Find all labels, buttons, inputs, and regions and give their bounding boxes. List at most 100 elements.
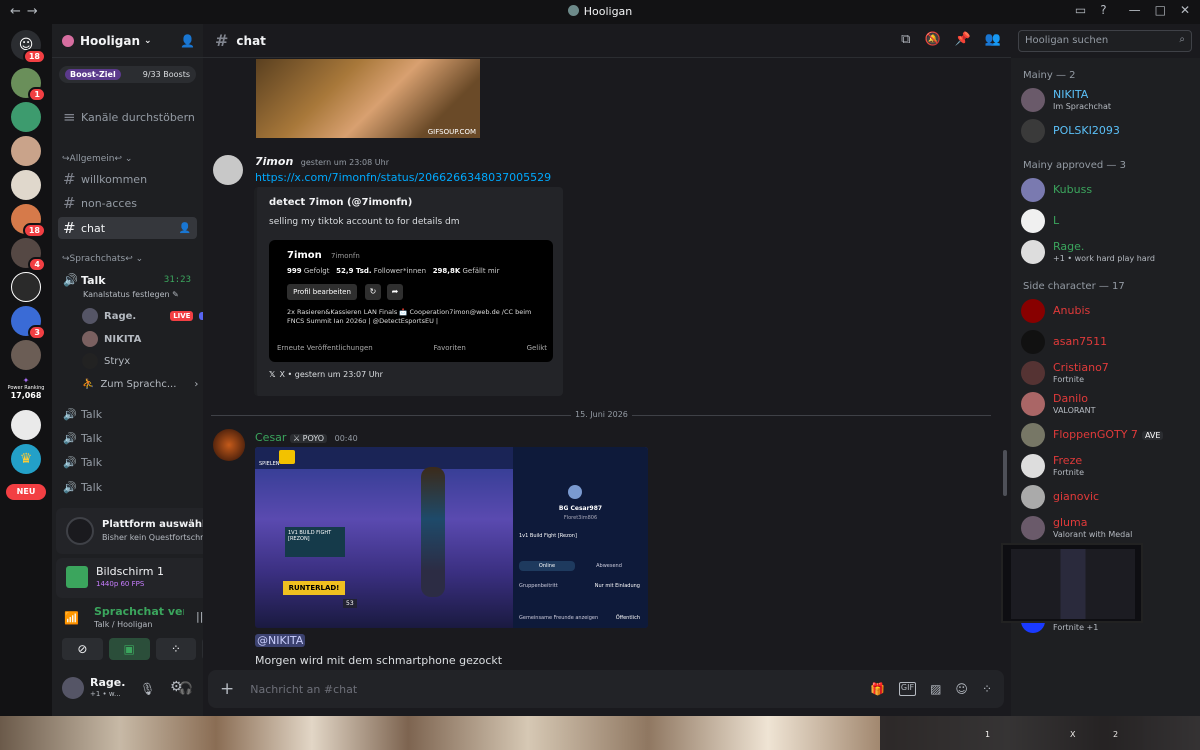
list-icon: ≡ [63, 108, 76, 126]
category-general[interactable]: ↪Allgemein↩ ⌄ [62, 154, 132, 164]
game-side-panel: BG Cesar987 Floret3im806 1v1 Build Fight… [513, 447, 648, 628]
voice-channel-talk-5[interactable]: 🔊 Talk [58, 476, 197, 498]
voice-channel-talk-2[interactable]: 🔊 Talk [58, 403, 197, 425]
channel-non-acces[interactable]: # non-acces [58, 192, 197, 214]
member-item[interactable]: asan7511 [1021, 328, 1196, 356]
server-11[interactable]: ♛ [11, 444, 41, 474]
voice-user-rage[interactable]: Rage.LIVE▣ [82, 307, 213, 325]
member-item[interactable]: gluma Valorant with Medal [1021, 514, 1196, 542]
members-icon[interactable]: 👥 [985, 32, 1001, 47]
plus-icon[interactable]: + [220, 679, 234, 699]
voice-channel-talk[interactable]: 🔊 Talk 31:23 [58, 269, 197, 291]
channel-sidebar: Hooligan ⌄ 👤 Boost-Ziel 9/33 Boosts ≡ Kanäle… [52, 24, 249, 716]
add-member-icon[interactable]: 👤 [180, 34, 195, 48]
sticker-icon[interactable]: ▨ [930, 682, 941, 696]
category-voice[interactable]: ↪Sprachchats↩ ⌄ [62, 254, 143, 264]
help-icon[interactable]: ? [1100, 3, 1106, 17]
member-text: NIKITA Im Sprachchat [1053, 88, 1111, 111]
camera-off-button[interactable]: ⊘ [62, 638, 103, 660]
server-8[interactable]: 3 [11, 306, 46, 340]
add-member-icon[interactable]: 👤 [179, 223, 191, 234]
avatar[interactable] [213, 429, 245, 461]
badge: 3 [28, 325, 46, 340]
channel-willkommen[interactable]: # willkommen [58, 168, 197, 190]
voice-channel-talk-3[interactable]: 🔊 Talk [58, 427, 197, 449]
message-link[interactable]: https://x.com/7imonfn/status/20662663480… [255, 171, 551, 184]
member-item[interactable]: gianovic [1021, 483, 1196, 511]
member-item[interactable]: Anubis [1021, 297, 1196, 325]
gift-icon[interactable]: 🎁 [870, 682, 885, 696]
member-item[interactable]: FloppenGOTY 7 AVE [1021, 421, 1196, 449]
taskbar-item[interactable]: X [1070, 730, 1075, 739]
pin-icon[interactable]: 📌 [955, 32, 971, 47]
member-item[interactable]: Rage. +1 • work hard play hard [1021, 238, 1196, 266]
server-1[interactable]: 1 [11, 68, 46, 102]
gif-image[interactable]: GIFSOUP.COM [256, 59, 480, 138]
embed-image[interactable]: 7imon 7imonfn 999 Gefolgt 52,9 Tsd. Foll… [269, 240, 553, 362]
screen-icon [66, 566, 88, 588]
server-5[interactable]: 18 [11, 204, 46, 238]
mic-icon[interactable]: 🎙 [140, 682, 155, 696]
taskbar-item[interactable]: 1 [985, 730, 990, 739]
boost-bar[interactable]: Boost-Ziel 9/33 Boosts [59, 66, 196, 83]
voice-channel-talk-4[interactable]: 🔊 Talk [58, 451, 197, 473]
inbox-icon[interactable]: ▭ [1075, 3, 1086, 17]
avatar [82, 308, 98, 324]
embed-title[interactable]: detect 7imon (@7imonfn) [269, 197, 412, 208]
scrollbar[interactable] [1003, 450, 1007, 496]
member-status: VALORANT [1053, 405, 1096, 415]
member-name: gluma [1053, 516, 1088, 530]
emoji-icon[interactable]: ☺ [955, 682, 968, 696]
channel-chat[interactable]: # chat 👤 [58, 217, 197, 239]
message-author[interactable]: 7imon [255, 155, 293, 168]
voice-user-stryx[interactable]: Stryx [82, 352, 130, 370]
mute-icon[interactable]: 🔕 [924, 32, 940, 47]
message-input[interactable]: Nachricht an #chat [250, 683, 870, 696]
avatar [1021, 454, 1045, 478]
message-header: Cesar ⚔ POYO 00:40 [255, 431, 358, 444]
browse-channels[interactable]: ≡ Kanäle durchstöbern [58, 106, 197, 128]
gif-icon[interactable]: GIF [898, 682, 917, 696]
server-2[interactable] [11, 102, 41, 132]
share-screen-button[interactable]: ▣ [108, 638, 150, 660]
home-button[interactable]: ☺ 18 [11, 30, 46, 64]
member-item[interactable]: Cristiano7 Fortnite [1021, 359, 1196, 387]
channel-status[interactable]: Kanalstatus festlegen ✎ [83, 290, 179, 299]
close-icon[interactable]: ✕ [1180, 3, 1190, 17]
member-text: FloppenGOTY 7 AVE [1053, 428, 1164, 442]
voice-user-nikita[interactable]: NIKITA [82, 330, 141, 348]
power-ranking[interactable]: ✦ Power Ranking 17,068 [2, 376, 50, 400]
guild-header[interactable]: Hooligan ⌄ 👤 [52, 24, 203, 58]
member-item[interactable]: Kubuss [1021, 176, 1196, 204]
member-item[interactable]: L [1021, 207, 1196, 235]
user-mention[interactable]: @NIKITA [255, 634, 306, 647]
avatar[interactable] [213, 155, 243, 185]
member-item[interactable]: POLSKI2093 [1021, 117, 1196, 145]
taskbar-item[interactable]: 2 [1113, 730, 1118, 739]
join-voice[interactable]: ⛹ Zum Sprachc... › [82, 375, 198, 393]
server-3[interactable] [11, 136, 41, 166]
server-4[interactable] [11, 170, 41, 200]
message-author[interactable]: Cesar [255, 431, 286, 444]
maximize-icon[interactable]: □ [1155, 3, 1166, 17]
member-item[interactable]: Danilo VALORANT [1021, 390, 1196, 418]
search-input[interactable]: Hooligan suchen ⌕ [1018, 30, 1192, 52]
server-9[interactable] [11, 340, 41, 370]
member-item[interactable]: NIKITA Im Sprachchat [1021, 86, 1196, 114]
server-7[interactable] [11, 272, 41, 302]
game-nav: SPIELEN [255, 447, 513, 469]
gear-settings-icon[interactable]: ⚙ [170, 679, 183, 695]
avatar [1021, 299, 1045, 323]
member-item[interactable]: Freze Fortnite [1021, 452, 1196, 480]
activities-button[interactable]: ⁘ [155, 638, 197, 660]
threads-icon[interactable]: ⧉ [901, 32, 910, 47]
server-10[interactable] [11, 410, 41, 440]
minimize-icon[interactable]: — [1129, 3, 1141, 17]
server-6[interactable]: 4 [11, 238, 46, 272]
apps-icon[interactable]: ⁘ [982, 682, 992, 696]
new-badge[interactable]: NEU [6, 484, 46, 500]
chevron-down-icon: ⌄ [144, 35, 152, 46]
screenshot-image[interactable]: SPIELEN 1V1 BUILD FIGHT [REZON] RUNTERLAD… [255, 447, 648, 628]
avatar [1021, 516, 1045, 540]
stream-preview[interactable] [1001, 543, 1143, 623]
